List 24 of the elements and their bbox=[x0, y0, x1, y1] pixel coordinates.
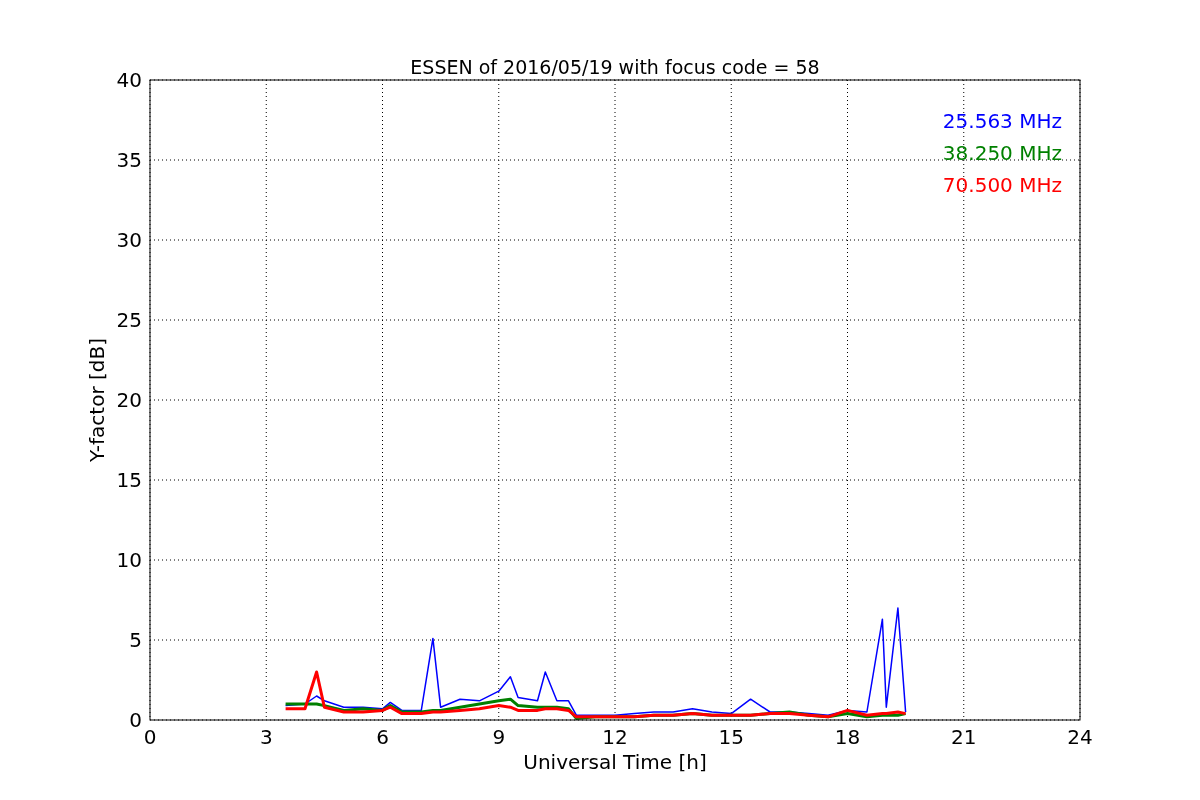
tick-label: 6 bbox=[376, 725, 389, 749]
tick-label: 9 bbox=[492, 725, 506, 749]
tick-label: 0 bbox=[129, 708, 142, 732]
chart-title: ESSEN of 2016/05/19 with focus code = 58 bbox=[410, 56, 820, 78]
tick-label: 35 bbox=[116, 148, 142, 172]
legend-label: 70.500 MHz bbox=[942, 173, 1062, 197]
legend-label: 25.563 MHz bbox=[942, 109, 1062, 133]
tick-label: 24 bbox=[1067, 725, 1093, 749]
tick-label: 15 bbox=[718, 725, 744, 749]
tick-label: 30 bbox=[116, 228, 142, 252]
tick-label: 15 bbox=[116, 468, 142, 492]
tick-label: 21 bbox=[951, 725, 977, 749]
tick-label: 18 bbox=[834, 725, 861, 749]
tick-label: 0 bbox=[143, 725, 157, 749]
tick-label: 10 bbox=[116, 548, 142, 572]
tick-label: 3 bbox=[259, 725, 273, 749]
tick-label: 25 bbox=[116, 308, 142, 332]
axis-label: Universal Time [h] bbox=[523, 750, 707, 774]
tick-label: 40 bbox=[116, 68, 142, 92]
legend-label: 38.250 MHz bbox=[942, 141, 1062, 165]
tick-label: 20 bbox=[116, 388, 142, 412]
axis-label: Y-factor [dB] bbox=[85, 338, 109, 462]
tick-label: 5 bbox=[129, 628, 142, 652]
tick-label: 12 bbox=[602, 725, 628, 749]
